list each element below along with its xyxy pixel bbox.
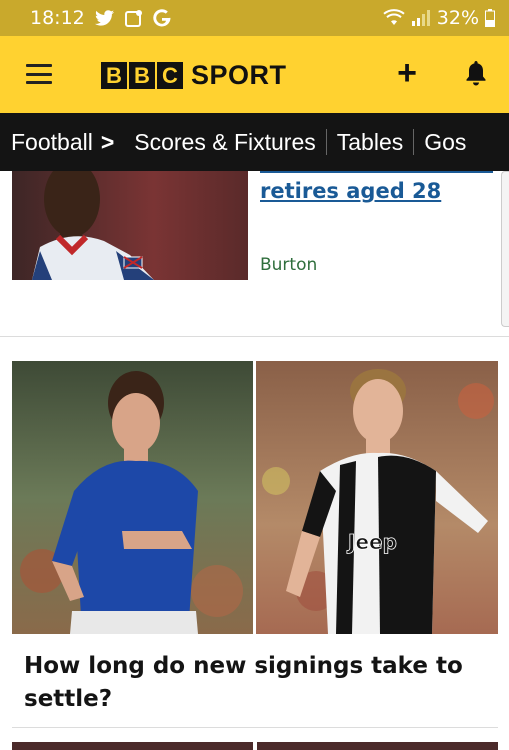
status-bar: 18:12 32%	[0, 0, 509, 36]
bbc-blocks: B B C	[101, 62, 183, 89]
story-image-left-player[interactable]	[12, 361, 253, 634]
bbc-block-letter: B	[101, 62, 127, 89]
svg-text:Jeep: Jeep	[346, 530, 397, 554]
next-story-image-peek[interactable]	[12, 742, 498, 750]
chevron-right-icon: >	[100, 128, 115, 155]
plus-icon[interactable]: +	[392, 56, 422, 90]
tab-tables[interactable]: Tables	[327, 129, 413, 156]
story-headline-link[interactable]: retires aged 28	[260, 179, 441, 203]
nav-section-football[interactable]: Football	[0, 129, 93, 156]
scrollbar-handle[interactable]	[501, 171, 509, 327]
bbc-block-letter: B	[129, 62, 155, 89]
wifi-icon	[383, 9, 405, 27]
twitter-icon	[94, 10, 115, 26]
story-headline[interactable]: How long do new signings take to settle?	[24, 650, 494, 716]
story-card-featured[interactable]: Jeep How long do new signings take to se…	[0, 361, 509, 725]
signal-icon	[411, 9, 431, 27]
story-tag[interactable]: Burton	[260, 255, 317, 275]
battery-percent: 32%	[436, 7, 479, 29]
tab-gossip[interactable]: Gos	[414, 129, 476, 156]
card-gap	[0, 337, 509, 361]
status-time: 18:12	[30, 7, 85, 29]
bell-icon[interactable]	[461, 58, 491, 88]
headline-rule	[260, 171, 493, 173]
site-header: B B C SPORT +	[0, 36, 509, 113]
status-left: 18:12	[30, 7, 171, 29]
status-right: 32%	[383, 7, 495, 29]
bbc-block-letter: C	[157, 62, 183, 89]
section-nav: Football > Scores & Fixtures Tables Gos	[0, 113, 509, 171]
hamburger-menu-icon[interactable]	[26, 64, 52, 84]
bbc-sport-logo[interactable]: B B C SPORT	[101, 60, 287, 91]
google-icon	[153, 9, 171, 27]
story-image-athlete[interactable]	[12, 171, 248, 280]
battery-icon	[485, 9, 495, 27]
tab-scores-fixtures[interactable]: Scores & Fixtures	[124, 129, 326, 156]
notification-app-icon	[124, 9, 143, 27]
logo-word: SPORT	[191, 60, 287, 90]
story-card[interactable]: retires aged 28 Burton	[0, 171, 509, 337]
card-divider	[12, 727, 498, 728]
story-image-right-player[interactable]: Jeep	[256, 361, 498, 634]
